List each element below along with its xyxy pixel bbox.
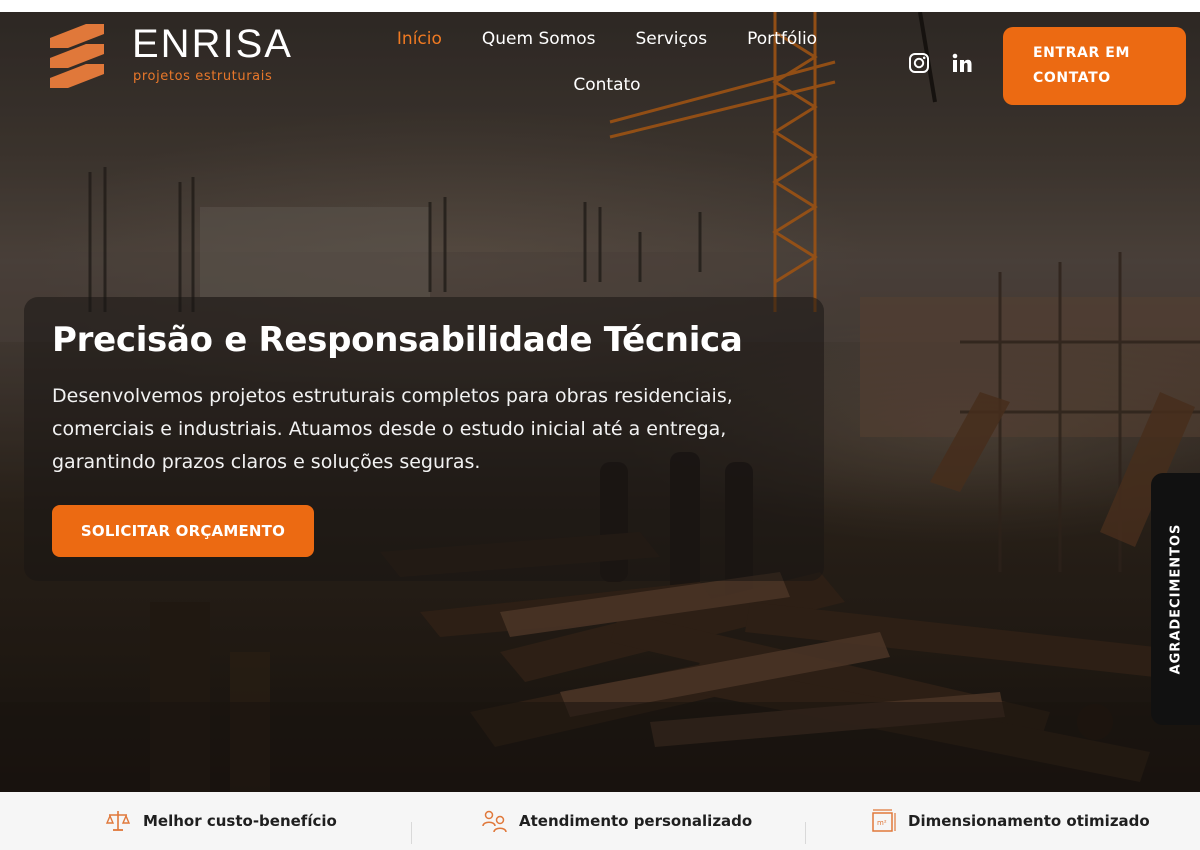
feature-label: Atendimento personalizado xyxy=(519,812,753,830)
feature-optimized-sizing: m² Dimensionamento otimizado xyxy=(870,792,1150,850)
hero-title: Precisão e Responsabilidade Técnica xyxy=(52,320,743,360)
features-bar: Melhor custo-benefício Atendimento perso… xyxy=(0,792,1200,850)
top-strip xyxy=(0,0,1200,12)
divider xyxy=(411,822,412,844)
nav-row-1: Início Quem Somos Serviços Portfólio xyxy=(362,16,852,62)
linkedin-icon[interactable] xyxy=(951,52,973,74)
svg-text:m²: m² xyxy=(877,819,887,827)
feature-cost-benefit: Melhor custo-benefício xyxy=(105,792,337,850)
nav-item-portfolio[interactable]: Portfólio xyxy=(747,29,817,49)
request-quote-button[interactable]: SOLICITAR ORÇAMENTO xyxy=(52,505,314,557)
main-nav: Início Quem Somos Serviços Portfólio Con… xyxy=(362,16,852,108)
nav-item-contato[interactable]: Contato xyxy=(573,75,640,95)
feature-label: Melhor custo-benefício xyxy=(143,812,337,830)
contact-cta-label-line1: ENTRAR EM xyxy=(1033,45,1130,61)
contact-cta-button[interactable]: ENTRAR EM CONTATO xyxy=(1003,27,1186,105)
feature-personalized-service: Atendimento personalizado xyxy=(481,792,752,850)
support-people-icon xyxy=(482,810,507,833)
nav-row-2: Contato xyxy=(362,62,852,108)
side-tab-agradecimentos[interactable]: AGRADECIMENTOS xyxy=(1151,473,1200,725)
divider xyxy=(805,822,806,844)
logo-mark-icon xyxy=(50,24,104,88)
scale-icon xyxy=(105,811,131,831)
brand-name: ENRISA xyxy=(132,22,293,66)
nav-item-servicos[interactable]: Serviços xyxy=(636,29,708,49)
side-tab-label: AGRADECIMENTOS xyxy=(1168,523,1183,675)
brand-tagline: projetos estruturais xyxy=(133,69,273,84)
nav-item-quem-somos[interactable]: Quem Somos xyxy=(482,29,596,49)
square-meter-icon: m² xyxy=(872,809,896,832)
feature-label: Dimensionamento otimizado xyxy=(908,812,1150,830)
contact-cta-label-line2: CONTATO xyxy=(1033,70,1111,86)
nav-item-inicio[interactable]: Início xyxy=(397,29,442,49)
instagram-icon[interactable] xyxy=(908,52,930,74)
brand-logo[interactable]: ENRISA projetos estruturais xyxy=(46,20,296,90)
hero-description: Desenvolvemos projetos estruturais compl… xyxy=(52,385,733,473)
